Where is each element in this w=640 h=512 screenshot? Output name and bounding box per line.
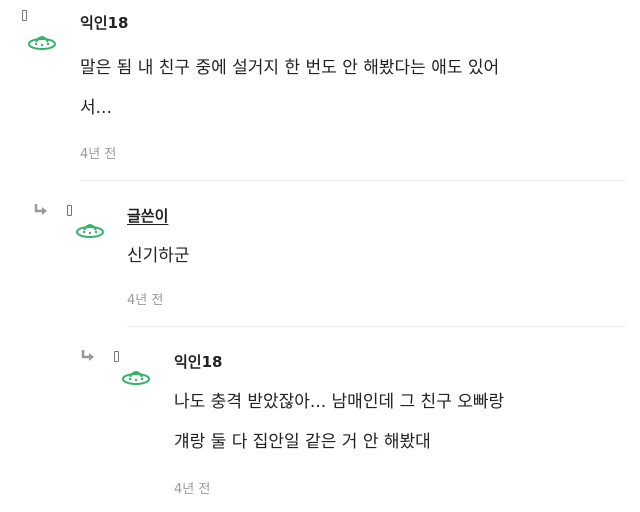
comment-divider — [127, 326, 626, 327]
comment-divider — [80, 180, 626, 181]
ufo-icon[interactable] — [75, 220, 105, 240]
profile-marker-icon — [22, 10, 27, 21]
comment-timestamp: 4년 전 — [174, 482, 211, 497]
comment-timestamp: 4년 전 — [127, 293, 164, 308]
comment-text-line: 나도 충격 받았잖아... 남매인데 그 친구 오빠랑 — [174, 392, 505, 412]
comment-author-writer[interactable]: 글쓴이 — [127, 205, 168, 226]
comment-author[interactable]: 익인18 — [80, 12, 128, 33]
ufo-icon[interactable] — [121, 367, 151, 387]
comment-text-line: 걔랑 둘 다 집안일 같은 거 안 해봤대 — [174, 432, 431, 452]
profile-marker-icon — [67, 205, 72, 216]
comment-text-line: 서... — [80, 98, 112, 118]
ufo-icon[interactable] — [27, 32, 57, 52]
profile-marker-icon — [114, 351, 119, 362]
comment-author[interactable]: 익인18 — [174, 351, 222, 372]
reply-arrow-icon — [34, 204, 47, 215]
reply-arrow-icon — [81, 350, 94, 361]
comment-text-line: 말은 됨 내 친구 중에 설거지 한 번도 안 해봤다는 애도 있어 — [80, 58, 500, 78]
comment-timestamp: 4년 전 — [80, 147, 117, 162]
comment-text-line: 신기하군 — [127, 246, 190, 266]
